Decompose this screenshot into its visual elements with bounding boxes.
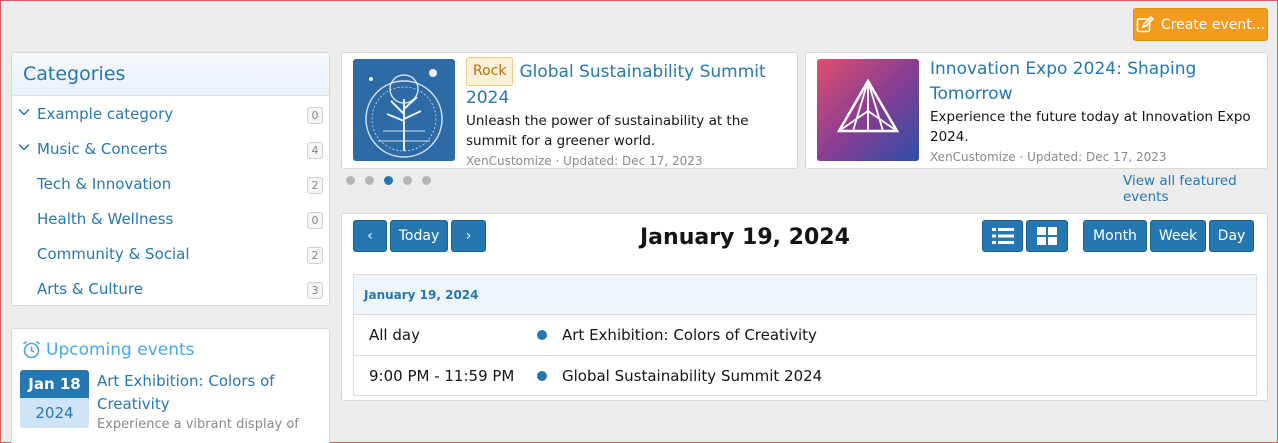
category-item[interactable]: Arts & Culture 3 bbox=[12, 271, 329, 305]
chevron-down-icon[interactable] bbox=[18, 141, 30, 153]
date-badge: Jan 18 2024 bbox=[20, 370, 89, 428]
list-icon bbox=[991, 228, 1014, 244]
upcoming-event-item[interactable]: Jan 18 2024 Art Exhibition: Colors of Cr… bbox=[12, 370, 329, 443]
carousel-dot[interactable] bbox=[346, 176, 355, 185]
chevron-right-icon: › bbox=[465, 228, 472, 244]
featured-event-body: Innovation Expo 2024: Shaping Tomorrow E… bbox=[930, 57, 1260, 167]
category-label[interactable]: Tech & Innovation bbox=[37, 175, 171, 193]
categories-title: Categories bbox=[12, 53, 329, 96]
featured-event-card[interactable]: Innovation Expo 2024: Shaping Tomorrow E… bbox=[805, 52, 1268, 169]
agenda-event-title[interactable]: Art Exhibition: Colors of Creativity bbox=[562, 326, 817, 344]
event-dot bbox=[537, 371, 547, 381]
featured-event-meta: XenCustomize · Updated: Dec 17, 2023 bbox=[466, 154, 703, 168]
today-button[interactable]: Today bbox=[390, 220, 448, 252]
upcoming-event-desc: Experience a vibrant display of bbox=[97, 417, 299, 432]
chevron-left-icon: ‹ bbox=[367, 228, 373, 244]
agenda-time: 9:00 PM - 11:59 PM bbox=[369, 366, 515, 385]
upcoming-events-block: Upcoming events Jan 18 2024 Art Exhibiti… bbox=[11, 328, 330, 443]
featured-event-desc: Experience the future today at Innovatio… bbox=[930, 109, 1251, 145]
agenda-event-title[interactable]: Global Sustainability Summit 2024 bbox=[562, 367, 822, 385]
featured-event-card[interactable]: Rock Global Sustainability Summit 2024 Un… bbox=[341, 52, 798, 169]
date-badge-year: 2024 bbox=[20, 398, 89, 428]
edit-icon bbox=[1136, 15, 1154, 32]
featured-event-tag[interactable]: Rock bbox=[466, 57, 514, 86]
category-item[interactable]: Community & Social 2 bbox=[12, 236, 329, 271]
upcoming-events-header: Upcoming events bbox=[12, 329, 329, 370]
category-count: 0 bbox=[307, 212, 323, 229]
category-item[interactable]: Music & Concerts 4 bbox=[12, 131, 329, 166]
featured-event-thumbnail[interactable] bbox=[353, 59, 455, 161]
category-label[interactable]: Health & Wellness bbox=[37, 210, 173, 228]
upcoming-event-title[interactable]: Art Exhibition: Colors of Creativity bbox=[97, 370, 317, 416]
agenda-list: January 19, 2024 All day Art Exhibition:… bbox=[353, 274, 1257, 396]
carousel-dots bbox=[346, 176, 431, 185]
alarm-clock-icon bbox=[22, 340, 41, 359]
category-label[interactable]: Community & Social bbox=[37, 245, 190, 263]
grid-icon bbox=[1037, 227, 1057, 245]
featured-event-desc: Unleash the power of sustainability at t… bbox=[466, 113, 749, 149]
carousel-dot-active[interactable] bbox=[384, 176, 393, 185]
category-item[interactable]: Example category 0 bbox=[12, 96, 329, 131]
chevron-down-icon[interactable] bbox=[18, 106, 30, 118]
list-view-button[interactable] bbox=[982, 220, 1023, 252]
category-count: 2 bbox=[307, 177, 323, 194]
prev-button[interactable]: ‹ bbox=[353, 220, 387, 252]
featured-event-title[interactable]: Innovation Expo 2024: Shaping Tomorrow bbox=[930, 57, 1260, 107]
agenda-date-header: January 19, 2024 bbox=[354, 275, 1256, 315]
category-count: 0 bbox=[307, 107, 323, 124]
agenda-row[interactable]: All day Art Exhibition: Colors of Creati… bbox=[354, 315, 1256, 355]
category-label[interactable]: Arts & Culture bbox=[37, 280, 143, 298]
featured-event-title-line[interactable]: Rock Global Sustainability Summit 2024 bbox=[466, 57, 791, 111]
week-view-button[interactable]: Week bbox=[1150, 220, 1206, 252]
category-item[interactable]: Health & Wellness 0 bbox=[12, 201, 329, 236]
date-badge-month-day: Jan 18 bbox=[20, 370, 89, 398]
category-label[interactable]: Music & Concerts bbox=[37, 140, 167, 158]
categories-block: Categories Example category 0 Music & Co… bbox=[11, 52, 330, 306]
category-count: 2 bbox=[307, 247, 323, 264]
next-button[interactable]: › bbox=[451, 220, 486, 252]
carousel-dot[interactable] bbox=[365, 176, 374, 185]
agenda-row[interactable]: 9:00 PM - 11:59 PM Global Sustainability… bbox=[354, 355, 1256, 395]
event-dot bbox=[537, 330, 547, 340]
create-event-button[interactable]: Create event... bbox=[1133, 8, 1268, 41]
category-item[interactable]: Tech & Innovation 2 bbox=[12, 166, 329, 201]
calendar-block: ‹ Today › January 19, 2024 Month Week Da… bbox=[341, 213, 1268, 401]
category-label[interactable]: Example category bbox=[37, 105, 173, 123]
carousel-dot[interactable] bbox=[422, 176, 431, 185]
upcoming-events-title: Upcoming events bbox=[46, 339, 195, 360]
featured-event-meta: XenCustomize · Updated: Dec 17, 2023 bbox=[930, 150, 1167, 164]
category-count: 3 bbox=[307, 282, 323, 299]
month-view-button[interactable]: Month bbox=[1083, 220, 1147, 252]
category-count: 4 bbox=[307, 142, 323, 159]
featured-event-body: Rock Global Sustainability Summit 2024 Un… bbox=[466, 57, 791, 171]
create-event-label: Create event... bbox=[1160, 16, 1266, 33]
carousel-dot[interactable] bbox=[403, 176, 412, 185]
calendar-title: January 19, 2024 bbox=[640, 225, 850, 250]
grid-view-button[interactable] bbox=[1026, 220, 1068, 252]
view-all-featured-link[interactable]: View all featured events bbox=[1123, 173, 1277, 205]
agenda-time: All day bbox=[369, 326, 420, 344]
featured-event-thumbnail[interactable] bbox=[817, 59, 919, 161]
day-view-button[interactable]: Day bbox=[1209, 220, 1254, 252]
